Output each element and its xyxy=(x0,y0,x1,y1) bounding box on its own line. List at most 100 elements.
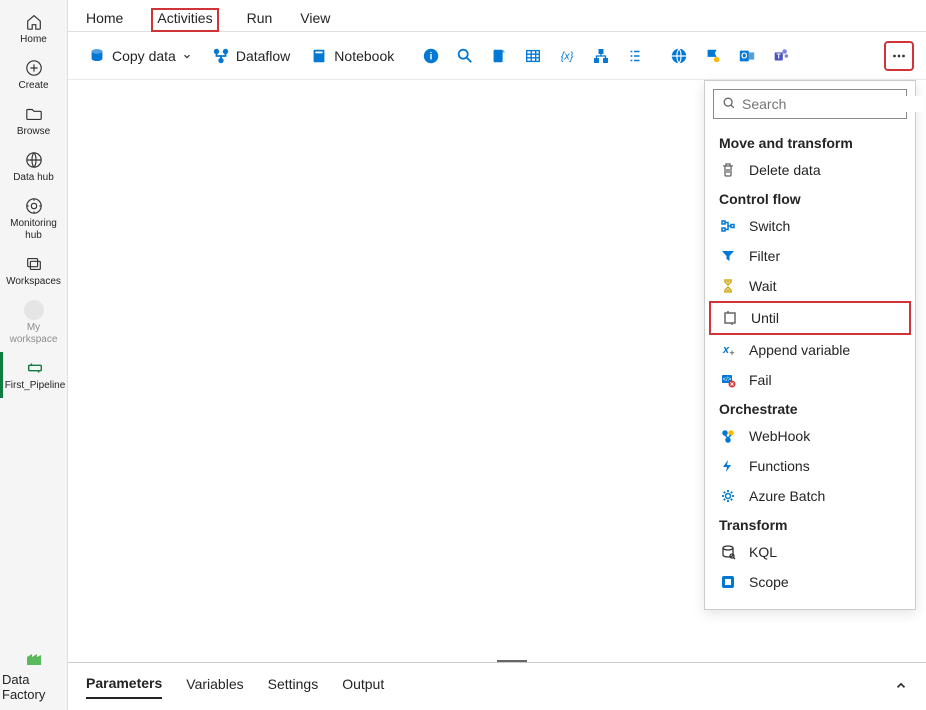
sidebar-item-myworkspace[interactable]: My workspace xyxy=(0,294,67,352)
search-icon[interactable] xyxy=(450,41,480,71)
sidebar-label: My workspace xyxy=(2,322,65,346)
activities-panel: Move and transform Delete data Control f… xyxy=(704,80,916,610)
activity-label: WebHook xyxy=(749,428,810,444)
svg-text:O: O xyxy=(741,51,747,60)
sidebar-label: Monitoring hub xyxy=(2,218,65,242)
copy-data-button[interactable]: Copy data xyxy=(80,43,200,69)
teams-icon[interactable]: T xyxy=(766,41,796,71)
section-move-transform: Move and transform xyxy=(709,129,911,155)
activity-label: Delete data xyxy=(749,162,821,178)
notebook-icon xyxy=(310,47,328,65)
activity-label: Filter xyxy=(749,248,780,264)
list-icon[interactable] xyxy=(620,41,650,71)
activity-label: Until xyxy=(751,310,779,326)
sidebar-label: Home xyxy=(20,34,47,46)
sidebar-label: Create xyxy=(18,80,48,92)
activity-kql[interactable]: KQL xyxy=(709,537,911,567)
main: Home Activities Run View Copy data Dataf… xyxy=(68,0,926,710)
variable-icon[interactable]: {x} xyxy=(552,41,582,71)
sidebar-item-create[interactable]: Create xyxy=(0,52,67,98)
bottom-panel: Parameters Variables Settings Output xyxy=(68,662,926,710)
funnel-icon xyxy=(719,247,737,265)
tab-view[interactable]: View xyxy=(300,10,330,34)
bottom-tab-parameters[interactable]: Parameters xyxy=(86,675,162,699)
tab-activities[interactable]: Activities xyxy=(151,8,218,32)
sidebar-item-browse[interactable]: Browse xyxy=(0,98,67,144)
info-icon[interactable]: i xyxy=(416,41,446,71)
pipeline-icon xyxy=(25,358,45,378)
sidebar-item-datahub[interactable]: Data hub xyxy=(0,144,67,190)
activity-label: Scope xyxy=(749,574,789,590)
webhook-icon xyxy=(719,427,737,445)
expand-panel-button[interactable] xyxy=(894,678,908,695)
kql-icon xyxy=(719,543,737,561)
switch-icon xyxy=(719,217,737,235)
activity-switch[interactable]: Switch xyxy=(709,211,911,241)
top-tabs: Home Activities Run View xyxy=(68,0,926,32)
hourglass-icon xyxy=(719,277,737,295)
activity-label: Functions xyxy=(749,458,810,474)
tab-home[interactable]: Home xyxy=(86,10,123,34)
bottom-tab-settings[interactable]: Settings xyxy=(268,676,319,698)
folder-icon xyxy=(24,104,44,124)
panel-search[interactable] xyxy=(713,89,907,119)
svg-text:{x}: {x} xyxy=(561,50,574,62)
activity-label: KQL xyxy=(749,544,777,560)
activity-scope[interactable]: Scope xyxy=(709,567,911,597)
sidebar: Home Create Browse Data hub Monitoring h… xyxy=(0,0,68,710)
section-transform: Transform xyxy=(709,511,911,537)
sidebar-item-pipeline[interactable]: First_Pipeline xyxy=(0,352,67,398)
table-icon[interactable] xyxy=(518,41,548,71)
sidebar-label: Data hub xyxy=(13,172,54,184)
trash-icon xyxy=(719,161,737,179)
panel-search-input[interactable] xyxy=(742,96,923,112)
svg-text:+: + xyxy=(729,348,734,358)
sidebar-label: Browse xyxy=(17,126,50,138)
dataflow-button[interactable]: Dataflow xyxy=(204,43,298,69)
copy-data-icon xyxy=(88,47,106,65)
script-icon[interactable] xyxy=(484,41,514,71)
scope-icon xyxy=(719,573,737,591)
activity-webhook[interactable]: WebHook xyxy=(709,421,911,451)
dataflow-label: Dataflow xyxy=(236,48,290,64)
activity-wait[interactable]: Wait xyxy=(709,271,911,301)
home-icon xyxy=(24,12,44,32)
globe-icon xyxy=(24,150,44,170)
sidebar-item-workspaces[interactable]: Workspaces xyxy=(0,248,67,294)
activity-fail[interactable]: </> Fail xyxy=(709,365,911,395)
eye-circle-icon xyxy=(24,196,44,216)
chevron-down-icon xyxy=(182,48,192,64)
web-icon[interactable] xyxy=(664,41,694,71)
activity-until[interactable]: Until xyxy=(709,301,911,335)
resize-handle[interactable] xyxy=(497,658,527,662)
sidebar-item-home[interactable]: Home xyxy=(0,6,67,52)
bottom-tab-output[interactable]: Output xyxy=(342,676,384,698)
append-var-icon: x+ xyxy=(719,341,737,359)
more-button[interactable] xyxy=(884,41,914,71)
flag-icon[interactable] xyxy=(698,41,728,71)
activity-label: Append variable xyxy=(749,342,850,358)
activity-functions[interactable]: Functions xyxy=(709,451,911,481)
activity-append-variable[interactable]: x+ Append variable xyxy=(709,335,911,365)
outlook-icon[interactable]: O xyxy=(732,41,762,71)
copy-data-label: Copy data xyxy=(112,48,176,64)
tab-run[interactable]: Run xyxy=(247,10,273,34)
plus-circle-icon xyxy=(24,58,44,78)
activity-filter[interactable]: Filter xyxy=(709,241,911,271)
toolbar: Copy data Dataflow Notebook i {x} O xyxy=(68,32,926,80)
sidebar-label: Workspaces xyxy=(6,276,61,288)
layers-icon xyxy=(24,254,44,274)
avatar-icon xyxy=(24,300,44,320)
activity-azure-batch[interactable]: Azure Batch xyxy=(709,481,911,511)
notebook-button[interactable]: Notebook xyxy=(302,43,402,69)
search-icon xyxy=(722,96,736,113)
notebook-label: Notebook xyxy=(334,48,394,64)
activity-label: Switch xyxy=(749,218,790,234)
svg-text:T: T xyxy=(777,51,782,60)
sidebar-footer[interactable]: Data Factory xyxy=(0,641,67,710)
activity-delete-data[interactable]: Delete data xyxy=(709,155,911,185)
bottom-tab-variables[interactable]: Variables xyxy=(186,676,243,698)
data-factory-icon xyxy=(24,649,44,672)
hierarchy-icon[interactable] xyxy=(586,41,616,71)
sidebar-item-monitoring[interactable]: Monitoring hub xyxy=(0,190,67,248)
